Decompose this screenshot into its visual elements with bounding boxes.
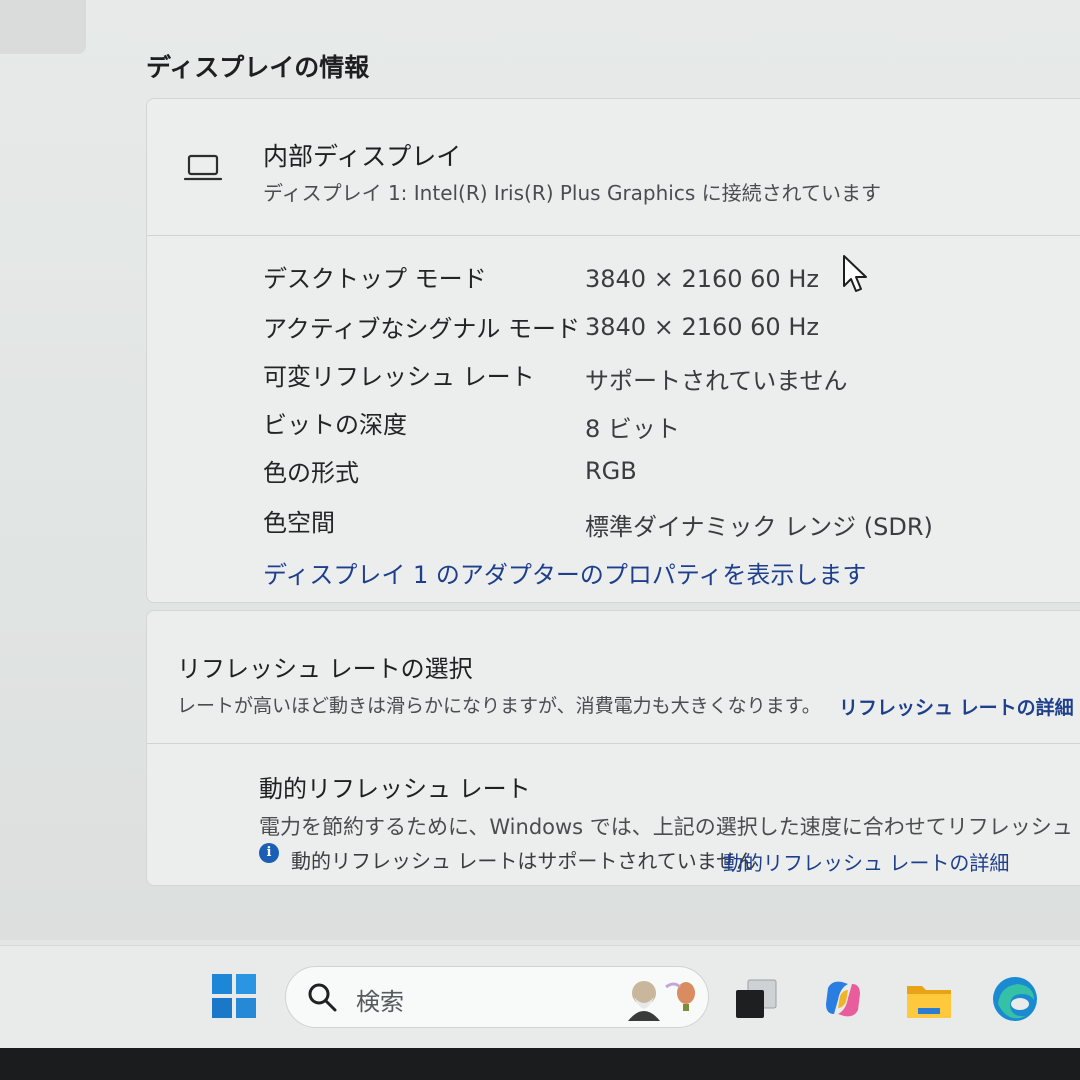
display-subtitle: ディスプレイ 1: Intel(R) Iris(R) Plus Graphics… [263,181,882,205]
dynamic-refresh-details-link[interactable]: 動的リフレッシュ レートの詳細 [723,847,1009,876]
prop-value-variable-refresh: サポートされていません [585,367,848,395]
prop-label-active-signal-mode: アクティブなシグナル モード [263,315,580,343]
screen-bezel [0,1048,1080,1080]
section-title: ディスプレイの情報 [146,53,370,82]
adapter-properties-link[interactable]: ディスプレイ 1 のアダプターのプロパティを表示します [263,555,866,590]
refresh-rate-title: リフレッシュ レートの選択 [177,655,473,683]
prop-value-color-format: RGB [585,457,637,485]
display-info-card: 内部ディスプレイ ディスプレイ 1: Intel(R) Iris(R) Plus… [146,98,1080,603]
search-placeholder: 検索 [356,988,404,1016]
prop-label-bit-depth: ビットの深度 [263,411,407,439]
dynamic-refresh-description: 電力を節約するために、Windows では、上記の選択した速度に合わせてリフレッ… [259,815,1080,839]
laptop-icon [183,154,223,181]
refresh-rate-description: レートが高いほど動きは滑らかになりますが、消費電力も大きくなります。 [177,695,821,717]
search-icon [308,983,337,1012]
prop-value-active-signal-mode: 3840 × 2160 60 Hz [585,313,819,341]
prop-value-desktop-mode: 3840 × 2160 60 Hz [585,265,819,293]
windows-start-icon[interactable] [211,973,257,1019]
taskbar: 検索 [0,945,1080,1048]
prop-label-variable-refresh: 可変リフレッシュ レート [263,363,535,391]
mouse-cursor-icon [843,255,867,292]
taskbar-search-box[interactable]: 検索 [285,966,709,1028]
edge-icon[interactable] [990,974,1040,1024]
display-title: 内部ディスプレイ [263,142,462,171]
prop-label-color-space: 色空間 [263,509,335,537]
copilot-icon[interactable] [818,974,868,1024]
task-view-icon[interactable] [732,974,782,1024]
prop-value-bit-depth: 8 ビット [585,415,680,443]
nav-tile [0,0,86,54]
prop-label-color-format: 色の形式 [263,459,359,487]
info-icon: i [259,843,279,863]
refresh-rate-details-link[interactable]: リフレッシュ レートの詳細 [839,693,1074,720]
dynamic-refresh-note: 動的リフレッシュ レートはサポートされていません [291,849,757,873]
refresh-rate-card: リフレッシュ レートの選択 レートが高いほど動きは滑らかになりますが、消費電力も… [146,610,1080,886]
settings-window: ディスプレイの情報 内部ディスプレイ ディスプレイ 1: Intel(R) Ir… [0,0,1080,940]
search-highlight-icon [628,981,695,1021]
dynamic-refresh-title: 動的リフレッシュ レート [259,775,531,803]
divider [147,235,1080,236]
divider [147,743,1080,744]
prop-label-desktop-mode: デスクトップ モード [263,265,487,293]
prop-value-color-space: 標準ダイナミック レンジ (SDR) [585,513,933,541]
file-explorer-icon[interactable] [904,974,954,1024]
